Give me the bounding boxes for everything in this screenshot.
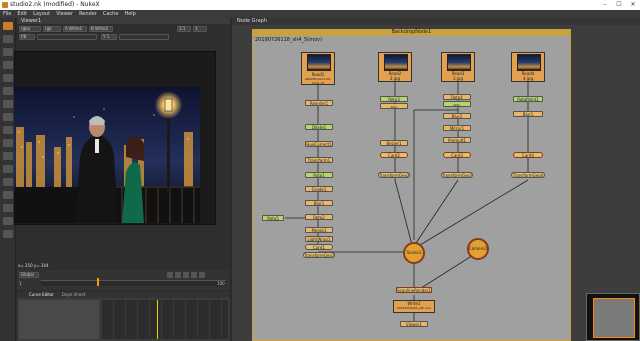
read2-node[interactable]: Read2 2.jpg [378, 52, 412, 82]
huecorrect1-node[interactable]: HueCorrect1 [305, 141, 333, 147]
lightwrap1-node[interactable]: LightWrap1 [305, 236, 333, 242]
roto6-node[interactable]: Roto5 [262, 215, 284, 221]
transformgeo1-node[interactable]: TransformGeo1 [303, 252, 335, 258]
read2-file: 2.jpg [389, 76, 400, 81]
write1-node[interactable]: Write1 20190000000_stb.mov [393, 300, 435, 313]
grade1-node[interactable]: Grade1 [305, 186, 333, 192]
transformgeo4-node[interactable]: TransformGeo4 [511, 172, 545, 178]
blur1a-node[interactable]: Blur1 [305, 200, 333, 206]
camera1-label: Camera1 [469, 246, 488, 251]
transform1-node[interactable]: Transform1 [305, 157, 333, 163]
scanline-render-node[interactable]: ScanlineRender1 [396, 287, 432, 293]
reorder1-node[interactable]: Reorder1 [305, 100, 333, 106]
node-graph-minimap[interactable] [586, 293, 640, 341]
mirror1-node[interactable]: Mirror1 [443, 125, 471, 131]
viewer1-node[interactable]: Viewer1 [400, 321, 428, 327]
read4-node[interactable]: Read4 4.jpg [511, 52, 545, 82]
read1-thumbnail [307, 54, 331, 71]
write1-file: 20190000000_stb.mov [396, 306, 432, 310]
read1-file: GRADED/shot-06-0041.tif [304, 77, 332, 85]
read3-file: 3.jpg [452, 76, 463, 81]
transformgeo2-node[interactable]: TransformGeo2 [378, 172, 410, 178]
roto4-node[interactable]: Roto4 [443, 94, 471, 100]
roto4-sub-node[interactable]: Roto [443, 101, 471, 107]
camera1-node[interactable]: Camera1 [467, 238, 489, 260]
card3-node[interactable]: Card3 [443, 152, 471, 158]
roto2-node[interactable]: Roto2 [305, 214, 333, 220]
merge1-node[interactable]: Merge1 [305, 227, 333, 233]
rotopaint1-node[interactable]: RotoPaint1 [513, 96, 543, 102]
card2-node[interactable]: Card2 [380, 152, 408, 158]
blur2-node[interactable]: Blur2 [443, 113, 471, 119]
read1-node[interactable]: Read1 GRADED/shot-06-0041.tif [301, 52, 335, 85]
roto3-sub-node[interactable]: Roto [380, 103, 408, 109]
roto3-node[interactable]: Roto3 [380, 96, 408, 102]
card4-node[interactable]: Card4 [513, 152, 543, 158]
blur3-node[interactable]: Blur1 [513, 111, 543, 117]
roto1-node[interactable]: Roto1 [305, 172, 333, 178]
dilate1-node[interactable]: Dilate1 [305, 124, 333, 130]
scene1-node[interactable]: Scene1 [403, 242, 425, 264]
card1-node[interactable]: Card1 [305, 244, 333, 250]
bezier1-node[interactable]: Bezier1 [380, 140, 408, 146]
read4-thumbnail [517, 54, 541, 71]
transformgeo3-node[interactable]: TransformGeo3 [441, 172, 473, 178]
scene1-label: Scene1 [406, 250, 422, 255]
read3-thumbnail [447, 54, 471, 71]
minimap-viewport[interactable] [593, 298, 635, 338]
read3-node[interactable]: Read3 3.jpg [441, 52, 475, 82]
read4-file: 4.jpg [522, 76, 533, 81]
read2-thumbnail [384, 54, 408, 71]
premult1-node[interactable]: Premult1 [443, 137, 471, 143]
